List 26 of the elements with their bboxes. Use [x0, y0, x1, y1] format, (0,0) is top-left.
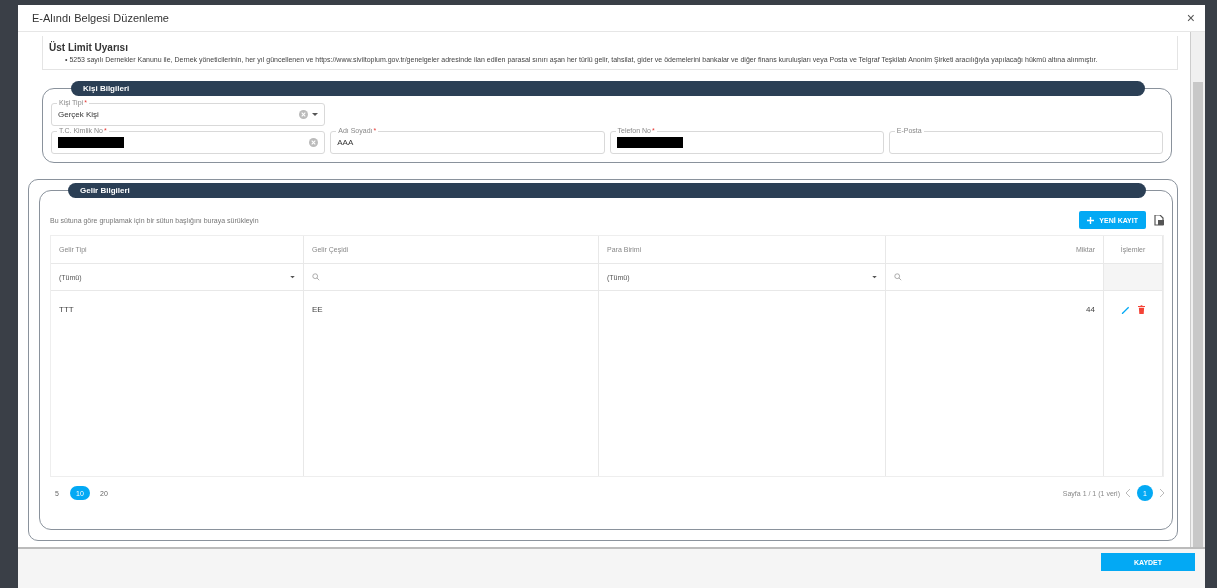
- filter-field[interactable]: [304, 264, 599, 291]
- caret-icon: [872, 275, 877, 279]
- section-header: Gelir Bilgileri: [68, 183, 1146, 198]
- section-header: Kişi Bilgileri: [71, 81, 1145, 96]
- search-icon: [894, 273, 902, 281]
- redaction-bar: [616, 137, 683, 148]
- caret-icon: [312, 112, 319, 117]
- table-cell: TTT: [51, 291, 304, 476]
- plus-icon: [1087, 216, 1095, 224]
- trash-icon[interactable]: [1138, 305, 1145, 314]
- pencil-icon[interactable]: [1121, 305, 1130, 314]
- export-icon[interactable]: [1154, 214, 1164, 226]
- clear-icon[interactable]: [309, 138, 319, 147]
- search-icon: [312, 273, 320, 281]
- table-cell: EE: [304, 291, 599, 476]
- close-button[interactable]: ×: [1184, 10, 1197, 26]
- table-cell: 44: [886, 291, 1104, 476]
- window-title: E-Alındı Belgesi Düzenleme: [32, 12, 169, 24]
- filter-field[interactable]: [886, 264, 1104, 291]
- scrollbar[interactable]: [1190, 32, 1205, 547]
- redaction-bar: [58, 137, 124, 148]
- caret-icon: [290, 275, 295, 279]
- chevron-right-icon[interactable]: [1159, 489, 1164, 497]
- warning-title: Üst Limit Uyarısı: [49, 42, 129, 53]
- clear-icon[interactable]: [299, 110, 309, 119]
- chevron-left-icon[interactable]: [1126, 489, 1131, 497]
